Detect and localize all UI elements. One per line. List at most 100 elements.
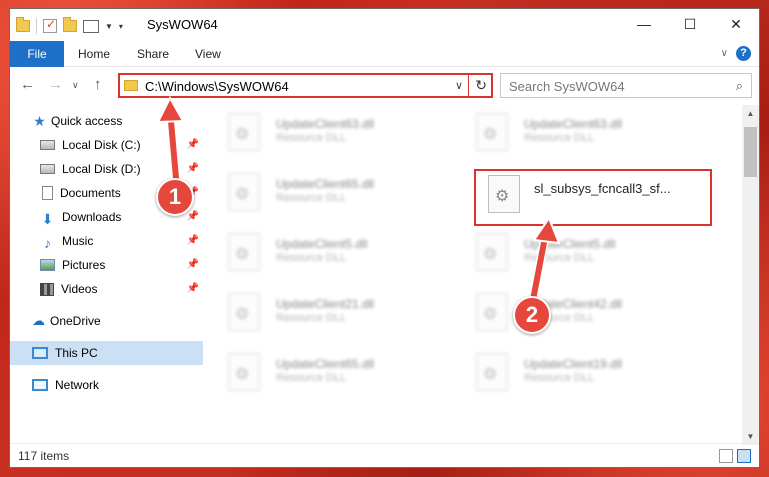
sidebar-item-label: Local Disk (D:)	[62, 162, 141, 176]
details-view-icon[interactable]	[719, 449, 733, 463]
file-item[interactable]: UpdateClient63.dll Resource DLL	[458, 105, 688, 155]
divider	[36, 18, 37, 34]
file-type: Resource DLL	[524, 372, 595, 384]
dll-file-icon	[476, 233, 508, 271]
large-icons-view-icon[interactable]	[737, 449, 751, 463]
sidebar-item-label: Videos	[61, 282, 98, 296]
back-arrow-icon[interactable]: ←	[20, 76, 35, 93]
explorer-window: ▼ ▾ SysWOW64 — ☐ ✕ File Home Share View …	[9, 8, 760, 468]
pin-icon[interactable]: 📌	[187, 163, 199, 174]
expand-ribbon-icon[interactable]: ∨	[721, 48, 728, 59]
chevron-down-icon[interactable]: ▼	[105, 22, 113, 31]
new-folder-icon[interactable]	[63, 17, 77, 32]
properties-icon[interactable]	[83, 19, 99, 33]
pin-icon[interactable]: 📌	[187, 259, 199, 270]
view-toggle	[719, 449, 751, 463]
forward-arrow-icon[interactable]: →	[48, 76, 63, 93]
navigation-bar: ← → ∨ ↑ C:\Windows\SysWOW64 ∨ ↻ Search S…	[10, 68, 759, 104]
address-path[interactable]: C:\Windows\SysWOW64	[145, 79, 289, 94]
pin-icon[interactable]: 📌	[187, 235, 199, 246]
file-type: Resource DLL	[524, 252, 595, 264]
file-item[interactable]: UpdateClient19.dll Resource DLL	[458, 345, 688, 395]
star-icon: ★	[33, 112, 46, 129]
tab-view[interactable]: View	[185, 41, 231, 67]
file-item[interactable]: UpdateClient5.dll Resource DLL	[210, 225, 440, 275]
file-name: UpdateClient5.dll	[524, 237, 616, 251]
recent-locations-icon[interactable]: ∨	[72, 80, 79, 91]
cloud-icon: ☁	[32, 313, 45, 328]
chevron-down-icon[interactable]: ∨	[455, 79, 463, 92]
dll-file-icon	[228, 113, 260, 151]
up-arrow-icon[interactable]: ↑	[94, 76, 102, 93]
title-bar: ▼ ▾ SysWOW64 — ☐ ✕	[10, 9, 759, 41]
sidebar-item-onedrive[interactable]: ☁ OneDrive	[10, 309, 203, 333]
file-type: Resource DLL	[276, 132, 347, 144]
file-item[interactable]: UpdateClient21.dll Resource DLL	[210, 285, 440, 335]
sidebar-item-label: Pictures	[62, 258, 106, 272]
minimize-button[interactable]: —	[621, 9, 667, 39]
highlight-box-file	[474, 169, 712, 226]
address-bar[interactable]: C:\Windows\SysWOW64 ∨ ↻	[118, 73, 493, 98]
file-name: UpdateClient5.dll	[276, 237, 368, 251]
ribbon-tabs: File Home Share View ∨ ?	[10, 41, 759, 67]
dll-file-icon	[476, 293, 508, 331]
sidebar-item-quick-access[interactable]: ★ Quick access	[10, 109, 203, 133]
sidebar-item-pictures[interactable]: Pictures 📌	[10, 253, 203, 277]
sidebar-item-videos[interactable]: Videos 📌	[10, 277, 203, 301]
pin-icon[interactable]: 📌	[187, 211, 199, 222]
dll-file-icon	[228, 353, 260, 391]
caption-buttons: — ☐ ✕	[621, 9, 759, 39]
search-icon[interactable]: ⌕	[736, 78, 743, 94]
close-button[interactable]: ✕	[713, 9, 759, 39]
pin-icon[interactable]: 📌	[187, 283, 199, 294]
dll-file-icon	[476, 353, 508, 391]
properties-check-icon[interactable]	[43, 17, 57, 33]
file-type: Resource DLL	[276, 192, 347, 204]
file-type: Resource DLL	[276, 372, 347, 384]
documents-icon	[42, 186, 53, 200]
sidebar-item-label: Documents	[60, 186, 121, 200]
videos-icon	[40, 282, 54, 296]
disk-icon	[40, 164, 55, 174]
downloads-icon: ⬇	[41, 210, 54, 227]
network-icon	[32, 379, 48, 391]
scrollbar-thumb[interactable]	[744, 127, 757, 177]
maximize-button[interactable]: ☐	[667, 9, 713, 39]
computer-icon	[32, 347, 48, 359]
file-item[interactable]: UpdateClient65.dll Resource DLL	[210, 345, 440, 395]
window-title: SysWOW64	[147, 17, 218, 32]
file-item[interactable]: UpdateClient42.dll Resource DLL	[458, 285, 688, 335]
customize-toolbar-icon[interactable]: ▾	[119, 22, 123, 31]
scroll-up-icon[interactable]: ▲	[742, 105, 759, 122]
sidebar-item-local-disk-c[interactable]: Local Disk (C:) 📌	[10, 133, 203, 157]
status-bar: 117 items	[10, 443, 759, 467]
dll-file-icon	[228, 293, 260, 331]
tab-share[interactable]: Share	[127, 41, 179, 67]
pictures-icon	[40, 259, 55, 271]
file-name: UpdateClient21.dll	[276, 297, 375, 311]
pin-icon[interactable]: 📌	[187, 139, 199, 150]
sidebar-item-label: OneDrive	[50, 314, 101, 328]
sidebar-item-music[interactable]: ♪ Music 📌	[10, 229, 203, 253]
sidebar-item-label: Downloads	[62, 210, 122, 224]
dll-file-icon	[228, 233, 260, 271]
tab-home[interactable]: Home	[68, 41, 120, 67]
file-type: Resource DLL	[276, 252, 347, 264]
vertical-scrollbar[interactable]: ▲ ▼	[742, 105, 759, 445]
dll-file-icon	[476, 113, 508, 151]
file-item[interactable]: UpdateClient5.dll Resource DLL	[458, 225, 688, 275]
folder-icon[interactable]	[16, 17, 30, 32]
file-item[interactable]: UpdateClient63.dll Resource DLL	[210, 105, 440, 155]
refresh-icon[interactable]: ↻	[475, 77, 487, 94]
sidebar-item-this-pc[interactable]: This PC	[10, 341, 203, 365]
file-item[interactable]: UpdateClient65.dll Resource DLL	[210, 165, 440, 215]
search-input[interactable]: Search SysWOW64 ⌕	[500, 73, 752, 98]
file-name: UpdateClient65.dll	[276, 177, 375, 191]
folder-icon	[124, 80, 138, 91]
help-icon[interactable]: ?	[736, 46, 751, 61]
sidebar-item-label: This PC	[55, 346, 98, 360]
sidebar-item-network[interactable]: Network	[10, 373, 203, 397]
step-1-badge: 1	[156, 178, 194, 216]
tab-file[interactable]: File	[10, 41, 64, 67]
search-placeholder: Search SysWOW64	[509, 79, 625, 94]
